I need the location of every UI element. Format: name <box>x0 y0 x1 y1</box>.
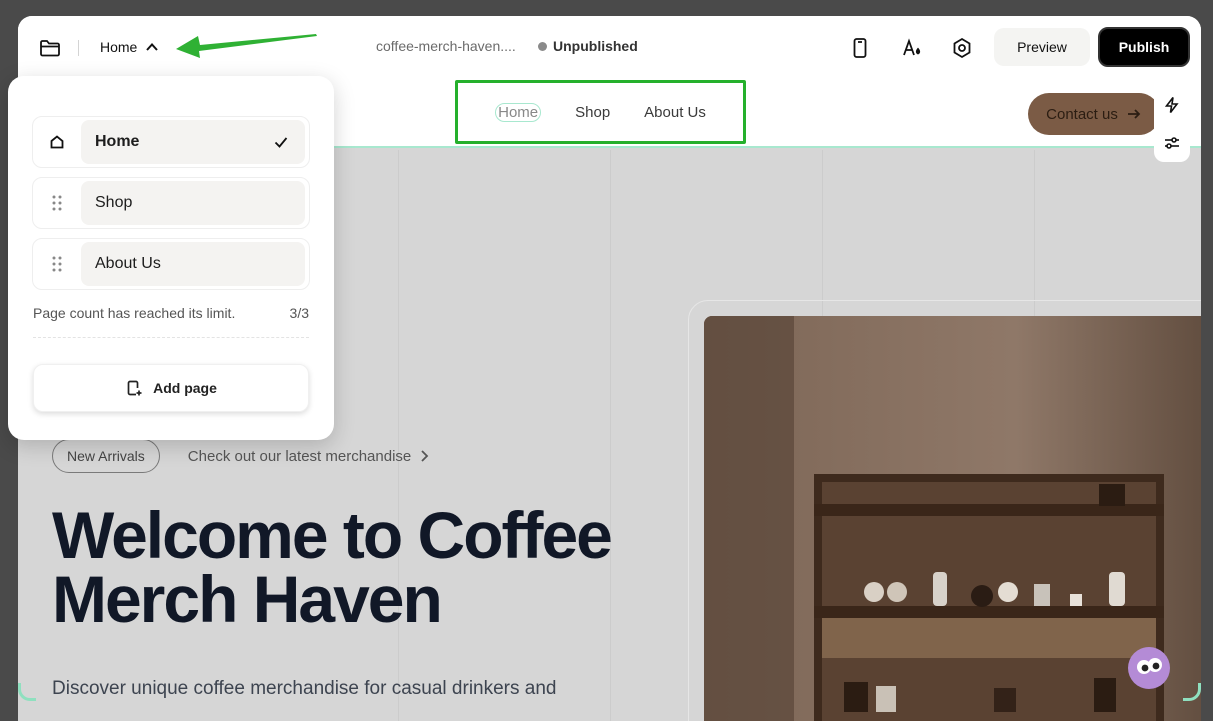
nav-link-shop[interactable]: Shop <box>575 104 610 121</box>
section-tools <box>1154 86 1190 162</box>
page-item-about[interactable]: About Us <box>32 238 310 290</box>
page-item-shop[interactable]: Shop <box>32 177 310 229</box>
page-item-label-box: About Us <box>81 242 305 286</box>
page-count: 3/3 <box>289 305 309 321</box>
divider <box>33 337 309 338</box>
hero-image-coffee-shelf[interactable] <box>704 316 1201 721</box>
page-item-label: Shop <box>95 194 133 211</box>
pages-dropdown: Home Shop About Us Page count has reache… <box>8 76 334 440</box>
new-arrivals-badge: New Arrivals <box>52 439 160 473</box>
mobile-view-icon[interactable] <box>848 36 872 60</box>
add-page-button[interactable]: Add page <box>33 364 309 412</box>
nav-link-home[interactable]: Home <box>495 102 542 122</box>
chevron-up-icon <box>146 43 159 51</box>
theme-style-icon[interactable] <box>900 36 924 60</box>
merchandise-link[interactable]: Check out our latest merchandise <box>188 448 429 465</box>
drag-handle-icon[interactable] <box>33 178 81 228</box>
hero-badge-row: New Arrivals Check out our latest mercha… <box>52 439 429 473</box>
page-item-label: About Us <box>95 255 161 272</box>
page-item-home[interactable]: Home <box>32 116 310 168</box>
status-dot-icon <box>538 41 547 51</box>
add-page-label: Add page <box>153 380 217 396</box>
page-limit-text: Page count has reached its limit. <box>33 305 236 321</box>
coffee-shelf-illustration <box>704 316 1201 721</box>
page-item-label: Home <box>95 133 140 150</box>
page-selector[interactable]: Home <box>100 34 159 60</box>
home-icon <box>33 117 81 167</box>
folder-icon[interactable] <box>38 36 62 60</box>
assistant-chat-button[interactable] <box>1128 647 1170 689</box>
site-nav-highlighted[interactable]: Home Shop About Us <box>455 80 746 144</box>
grid-line <box>610 150 611 721</box>
annotation-arrow <box>176 34 317 58</box>
add-page-icon <box>127 380 142 396</box>
current-page-label: Home <box>100 39 138 55</box>
hero-description: Discover unique coffee merchandise for c… <box>52 678 557 699</box>
site-name: coffee-merch-haven.... <box>376 38 516 54</box>
mascot-eyes-icon <box>1137 658 1162 674</box>
page-limit-row: Page count has reached its limit. 3/3 <box>33 305 309 321</box>
lightning-icon[interactable] <box>1163 96 1181 114</box>
publish-button[interactable]: Publish <box>1098 27 1190 67</box>
checkmark-icon <box>274 137 288 148</box>
page-item-label-box: Home <box>81 120 305 164</box>
arrow-right-icon <box>1127 109 1141 119</box>
drag-handle-icon[interactable] <box>33 239 81 289</box>
contact-button[interactable]: Contact us <box>1028 93 1160 135</box>
preview-button[interactable]: Preview <box>994 28 1090 66</box>
hero-title: Welcome to Coffee Merch Haven <box>52 498 613 636</box>
page-item-label-box: Shop <box>81 181 305 225</box>
merchandise-link-label: Check out our latest merchandise <box>187 447 412 465</box>
settings-icon[interactable] <box>950 36 974 60</box>
nav-link-about[interactable]: About Us <box>644 104 706 121</box>
chevron-right-icon <box>421 450 429 462</box>
adjust-sliders-icon[interactable] <box>1163 134 1181 152</box>
status-label: Unpublished <box>553 38 638 54</box>
contact-label: Contact us <box>1046 105 1118 123</box>
toolbar-divider <box>78 40 79 56</box>
publish-status: Unpublished <box>538 38 638 54</box>
